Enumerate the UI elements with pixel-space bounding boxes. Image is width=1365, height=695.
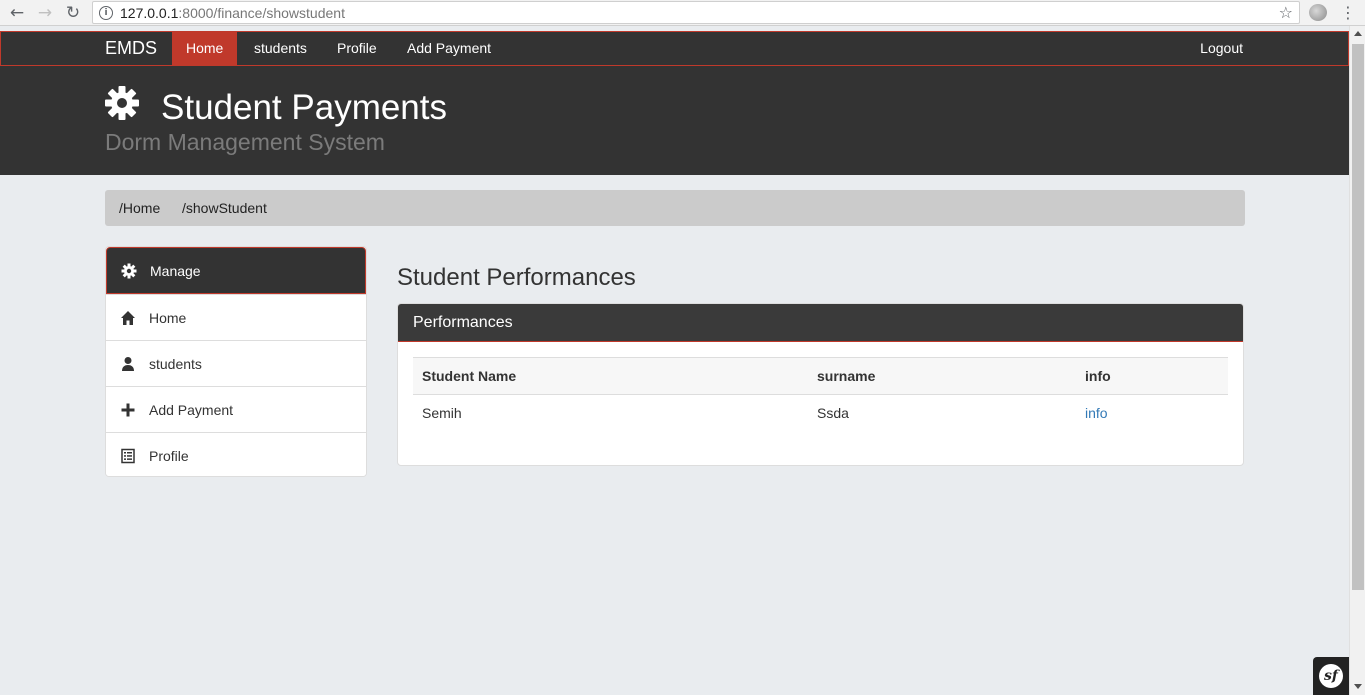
panel-title: Performances <box>398 304 1243 342</box>
back-icon[interactable]: ← <box>4 1 30 25</box>
extension-icon[interactable] <box>1309 4 1327 21</box>
sidebar-title: Manage <box>150 262 201 279</box>
nav-item-students[interactable]: students <box>240 32 321 65</box>
gear-icon <box>105 86 139 120</box>
breadcrumb: /Home /showStudent <box>105 190 1245 226</box>
reload-icon[interactable]: ↻ <box>60 1 86 25</box>
table-row: Semih Ssda info <box>413 395 1228 431</box>
sidebar-header: Manage <box>106 247 366 294</box>
column-header: Student Name <box>413 357 808 395</box>
sidebar-item-label: Profile <box>149 447 189 464</box>
students-table: Student Name surname info Semih Ssda inf… <box>413 357 1228 431</box>
bookmark-star-icon[interactable]: ☆ <box>1279 3 1293 22</box>
sidebar-item-add-payment[interactable]: Add Payment <box>106 386 366 432</box>
sidebar-item-home[interactable]: Home <box>106 294 366 340</box>
page-header: Student Payments Dorm Management System <box>0 66 1349 175</box>
plus-icon <box>121 403 135 416</box>
page-scrollbar[interactable] <box>1349 26 1365 695</box>
top-navbar: EMDS Home students Profile Add Payment L… <box>0 31 1349 66</box>
performances-panel: Performances Student Name surname info S… <box>397 303 1244 466</box>
section-title: Student Performances <box>397 264 636 291</box>
nav-item-home[interactable]: Home <box>172 32 238 65</box>
logout-link[interactable]: Logout <box>1200 32 1243 65</box>
table-cell: Ssda <box>817 404 849 421</box>
info-icon[interactable]: i <box>99 5 113 20</box>
list-icon <box>121 448 135 463</box>
symfony-toolbar-button[interactable]: sf <box>1313 657 1349 695</box>
sidebar: Manage Home students Add Payment Profile <box>105 246 367 477</box>
column-header: surname <box>808 357 1076 395</box>
brand-link[interactable]: EMDS <box>105 32 157 65</box>
page-subtitle: Dorm Management System <box>105 129 385 155</box>
scroll-thumb[interactable] <box>1352 44 1364 590</box>
browser-toolbar: ← → ↻ i 127.0.0.1:8000/finance/showstude… <box>0 0 1365 26</box>
sidebar-item-label: Add Payment <box>149 401 234 418</box>
info-link[interactable]: info <box>1085 405 1108 421</box>
sidebar-item-label: students <box>149 355 202 372</box>
table-header-row: Student Name surname info <box>413 357 1228 395</box>
sidebar-item-profile[interactable]: Profile <box>106 432 366 476</box>
nav-item-profile[interactable]: Profile <box>323 32 391 65</box>
breadcrumb-home[interactable]: /Home <box>119 190 160 226</box>
nav-item-add-payment[interactable]: Add Payment <box>393 32 505 65</box>
url-text: 127.0.0.1:8000/finance/showstudent <box>120 4 345 21</box>
scroll-up-icon[interactable] <box>1354 31 1362 36</box>
home-icon <box>121 310 135 325</box>
browser-menu-icon[interactable]: ⋮ <box>1340 3 1356 22</box>
sidebar-item-label: Home <box>149 309 187 326</box>
breadcrumb-showstudent[interactable]: /showStudent <box>182 190 267 226</box>
column-header: info <box>1076 357 1228 395</box>
sidebar-item-students[interactable]: students <box>106 340 366 386</box>
scroll-down-icon[interactable] <box>1354 684 1362 689</box>
table-cell: Semih <box>422 404 462 421</box>
page-title: Student Payments <box>161 88 447 127</box>
gear-icon <box>121 263 137 278</box>
forward-icon[interactable]: → <box>32 1 58 25</box>
address-bar[interactable]: i 127.0.0.1:8000/finance/showstudent ☆ <box>92 1 1300 24</box>
user-icon <box>122 356 134 371</box>
symfony-icon: sf <box>1319 664 1343 688</box>
